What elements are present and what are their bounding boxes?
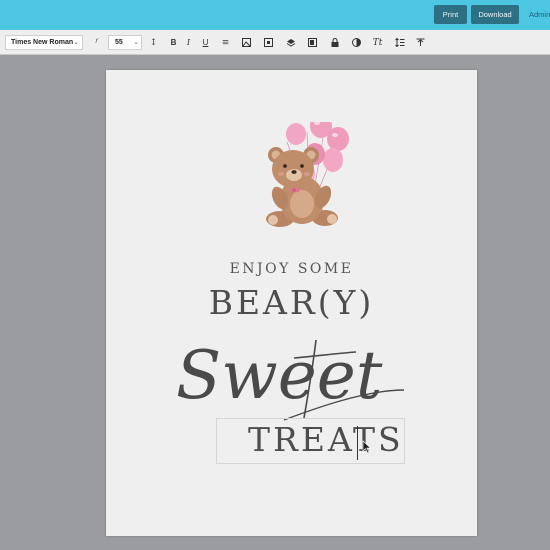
text-transform-icon[interactable]: Tt	[371, 36, 384, 49]
arrange-icon[interactable]	[306, 36, 319, 49]
text-cursor	[357, 426, 358, 460]
design-heading-treats[interactable]: TREATS	[248, 420, 404, 459]
download-button[interactable]: Download	[471, 5, 519, 24]
line-height-icon[interactable]	[393, 36, 406, 49]
color-icon[interactable]	[350, 36, 363, 49]
underline-icon[interactable]: U	[199, 36, 212, 49]
design-canvas[interactable]: ENJOY SOME BEAR(Y) Sweet TREATS	[106, 70, 477, 536]
font-family-select[interactable]: Times New Roman ⌄	[5, 35, 83, 50]
design-heading-small[interactable]: ENJOY SOME	[106, 261, 477, 277]
script-word-text: Sweet	[176, 337, 383, 414]
font-size-input[interactable]: 55 ⌄	[108, 35, 142, 50]
admin-link[interactable]: Admin	[529, 10, 550, 19]
format-toolbar: Times New Roman ⌄ ᶠ 55 ⌄ ↕ B I U ≡ Tt	[0, 30, 550, 55]
clear-format-icon[interactable]: ᶠ	[90, 36, 103, 49]
script-word[interactable]: Sweet	[166, 320, 416, 430]
lock-icon[interactable]	[328, 36, 341, 49]
letter-spacing-icon[interactable]: ↕	[147, 36, 160, 49]
duplicate-icon[interactable]	[262, 36, 275, 49]
layers-icon[interactable]	[284, 36, 297, 49]
chevron-down-icon: ⌄	[73, 39, 79, 46]
font-size-value: 55	[115, 39, 123, 46]
top-bar: Print Download Admin	[0, 0, 550, 30]
vertical-align-icon[interactable]	[414, 36, 427, 49]
align-icon[interactable]: ≡	[219, 36, 232, 49]
design-heading-large[interactable]: BEAR(Y)	[106, 283, 477, 322]
mouse-pointer-icon	[362, 440, 372, 454]
image-icon[interactable]	[240, 36, 253, 49]
italic-icon[interactable]: I	[182, 36, 195, 49]
chevron-down-icon: ⌄	[133, 39, 139, 46]
bold-icon[interactable]: B	[167, 36, 180, 49]
font-family-value: Times New Roman	[11, 39, 74, 46]
teddy-bear-balloons-illustration[interactable]	[245, 122, 360, 232]
print-button[interactable]: Print	[434, 5, 467, 24]
